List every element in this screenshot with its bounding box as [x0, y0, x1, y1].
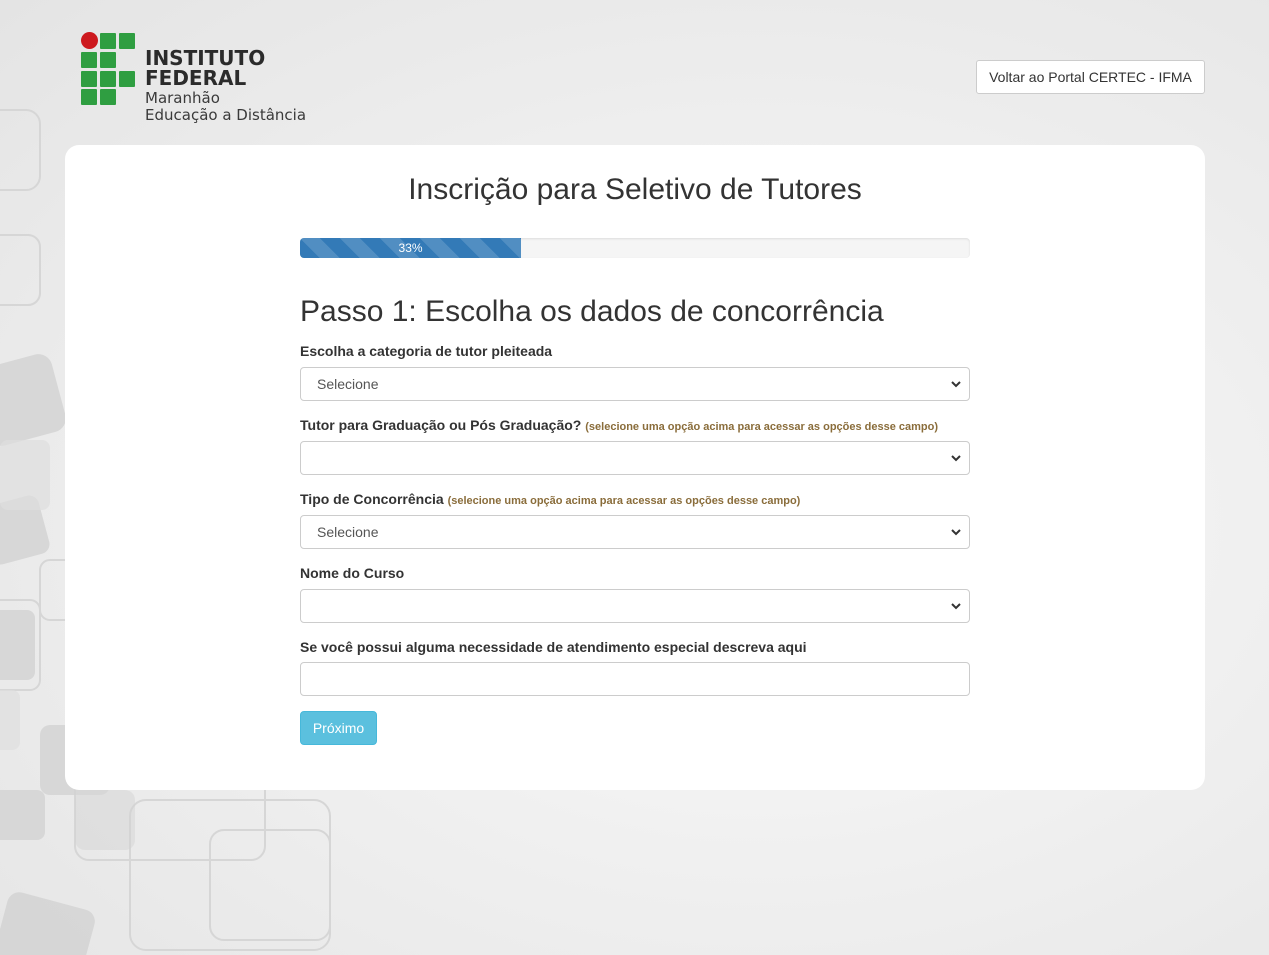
- categoria-label-text: Escolha a categoria de tutor pleiteada: [300, 343, 553, 359]
- categoria-select[interactable]: Selecione: [300, 367, 970, 401]
- curso-label-text: Nome do Curso: [300, 565, 405, 581]
- page-title: Inscrição para Seletivo de Tutores: [408, 173, 862, 206]
- chevron-down-icon: [951, 529, 961, 536]
- chevron-down-icon: [951, 381, 961, 388]
- chevron-down-icon: [951, 455, 961, 462]
- ifma-logo: INSTITUTO FEDERAL Maranhão Educação a Di…: [81, 32, 371, 123]
- concorrencia-select[interactable]: Selecione: [300, 515, 970, 549]
- form-card: Inscrição para Seletivo de Tutores 33% P…: [65, 145, 1205, 790]
- progress-fill: 33%: [300, 238, 522, 258]
- logo-grid-icon: [81, 32, 137, 106]
- graduacao-label-text: Tutor para Graduação ou Pós Graduação?: [300, 417, 582, 433]
- curso-label: Nome do Curso: [300, 565, 404, 581]
- concorrencia-hint: (selecione uma opção acima para acessar …: [447, 495, 801, 507]
- logo-title: INSTITUTO FEDERAL: [145, 46, 266, 90]
- atendimento-label-text: Se você possui alguma necessidade de ate…: [300, 639, 807, 655]
- atendimento-input[interactable]: [300, 662, 970, 696]
- concorrencia-select-value: Selecione: [317, 524, 379, 540]
- logo-line-1: Maranhão: [145, 89, 220, 107]
- progress-bar: 33%: [300, 238, 970, 258]
- logo-line-2: Educação a Distância: [145, 106, 307, 124]
- next-button[interactable]: Próximo: [300, 711, 377, 745]
- logo-red-dot: [81, 32, 98, 49]
- categoria-select-value: Selecione: [317, 376, 379, 392]
- graduacao-hint: (selecione uma opção acima para acessar …: [585, 421, 939, 433]
- graduacao-label: Tutor para Graduação ou Pós Graduação? (…: [300, 417, 938, 433]
- concorrencia-label: Tipo de Concorrência (selecione uma opçã…: [300, 491, 800, 507]
- atendimento-label: Se você possui alguma necessidade de ate…: [300, 639, 807, 655]
- categoria-label: Escolha a categoria de tutor pleiteada: [300, 343, 552, 359]
- logo-text: INSTITUTO FEDERAL Maranhão Educação a Di…: [145, 48, 371, 123]
- graduacao-select[interactable]: [300, 441, 970, 475]
- chevron-down-icon: [951, 603, 961, 610]
- concorrencia-label-text: Tipo de Concorrência: [300, 491, 444, 507]
- curso-select[interactable]: [300, 589, 970, 623]
- back-to-portal-button[interactable]: Voltar ao Portal CERTEC - IFMA: [976, 60, 1205, 94]
- step-title: Passo 1: Escolha os dados de concorrênci…: [300, 295, 884, 328]
